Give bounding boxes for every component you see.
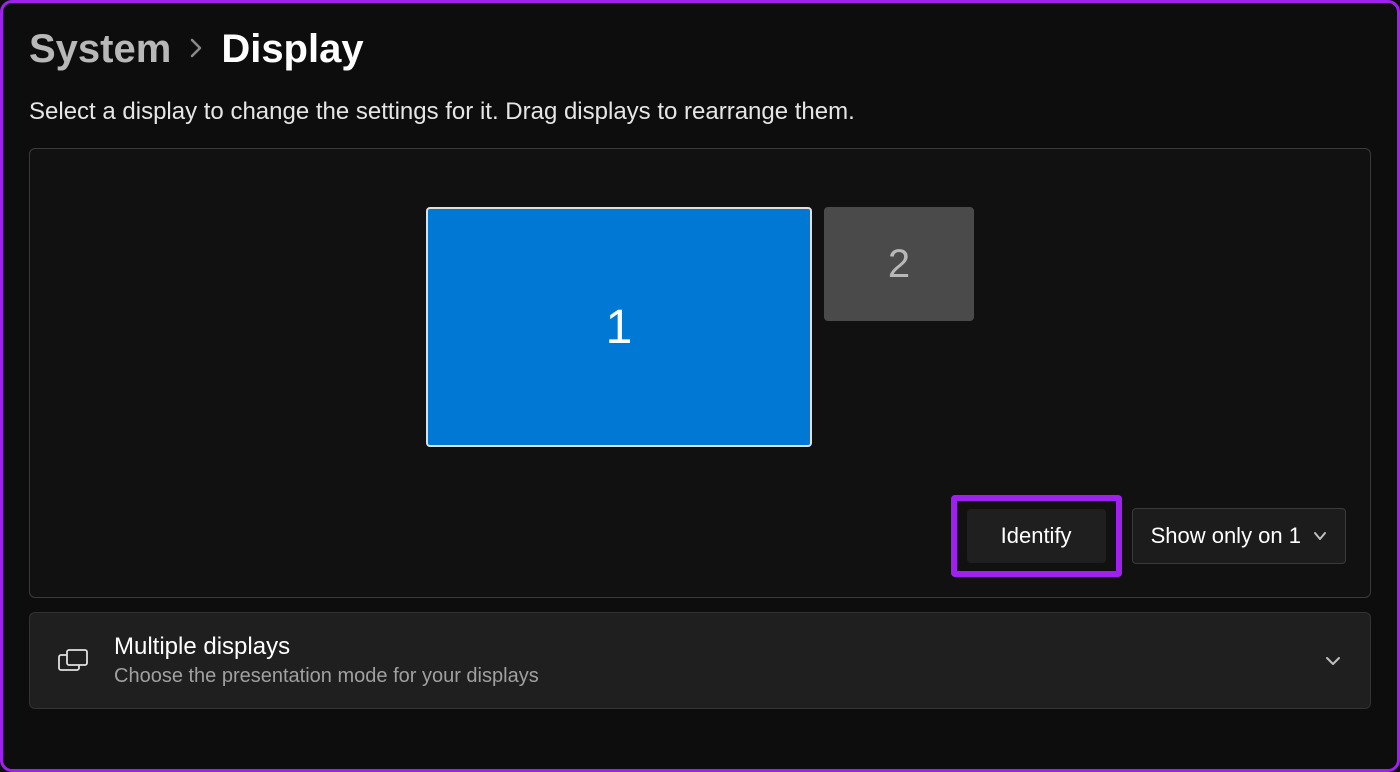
breadcrumb: System Display bbox=[29, 27, 1371, 72]
display-1[interactable]: 1 bbox=[426, 207, 812, 447]
chevron-down-icon bbox=[1324, 652, 1342, 670]
card-subtitle: Choose the presentation mode for your di… bbox=[114, 665, 1298, 688]
card-title: Multiple displays bbox=[114, 633, 1298, 661]
projection-mode-dropdown[interactable]: Show only on 1 bbox=[1132, 508, 1346, 564]
identify-highlight-box: Identify bbox=[951, 495, 1122, 577]
breadcrumb-parent-link[interactable]: System bbox=[29, 27, 171, 72]
multiple-displays-icon bbox=[58, 649, 88, 673]
identify-button[interactable]: Identify bbox=[967, 509, 1106, 563]
breadcrumb-current: Display bbox=[221, 27, 363, 72]
card-text: Multiple displays Choose the presentatio… bbox=[114, 633, 1298, 688]
arrangement-actions: Identify Show only on 1 bbox=[951, 495, 1346, 577]
chevron-right-icon bbox=[189, 35, 203, 66]
multiple-displays-card[interactable]: Multiple displays Choose the presentatio… bbox=[29, 612, 1371, 709]
monitors-area[interactable]: 1 2 bbox=[54, 207, 1346, 447]
display-2[interactable]: 2 bbox=[824, 207, 974, 321]
projection-selected-label: Show only on 1 bbox=[1151, 523, 1301, 549]
display-arrangement-panel: 1 2 Identify Show only on 1 bbox=[29, 148, 1371, 598]
instruction-text: Select a display to change the settings … bbox=[29, 98, 1371, 126]
chevron-down-icon bbox=[1313, 529, 1327, 543]
